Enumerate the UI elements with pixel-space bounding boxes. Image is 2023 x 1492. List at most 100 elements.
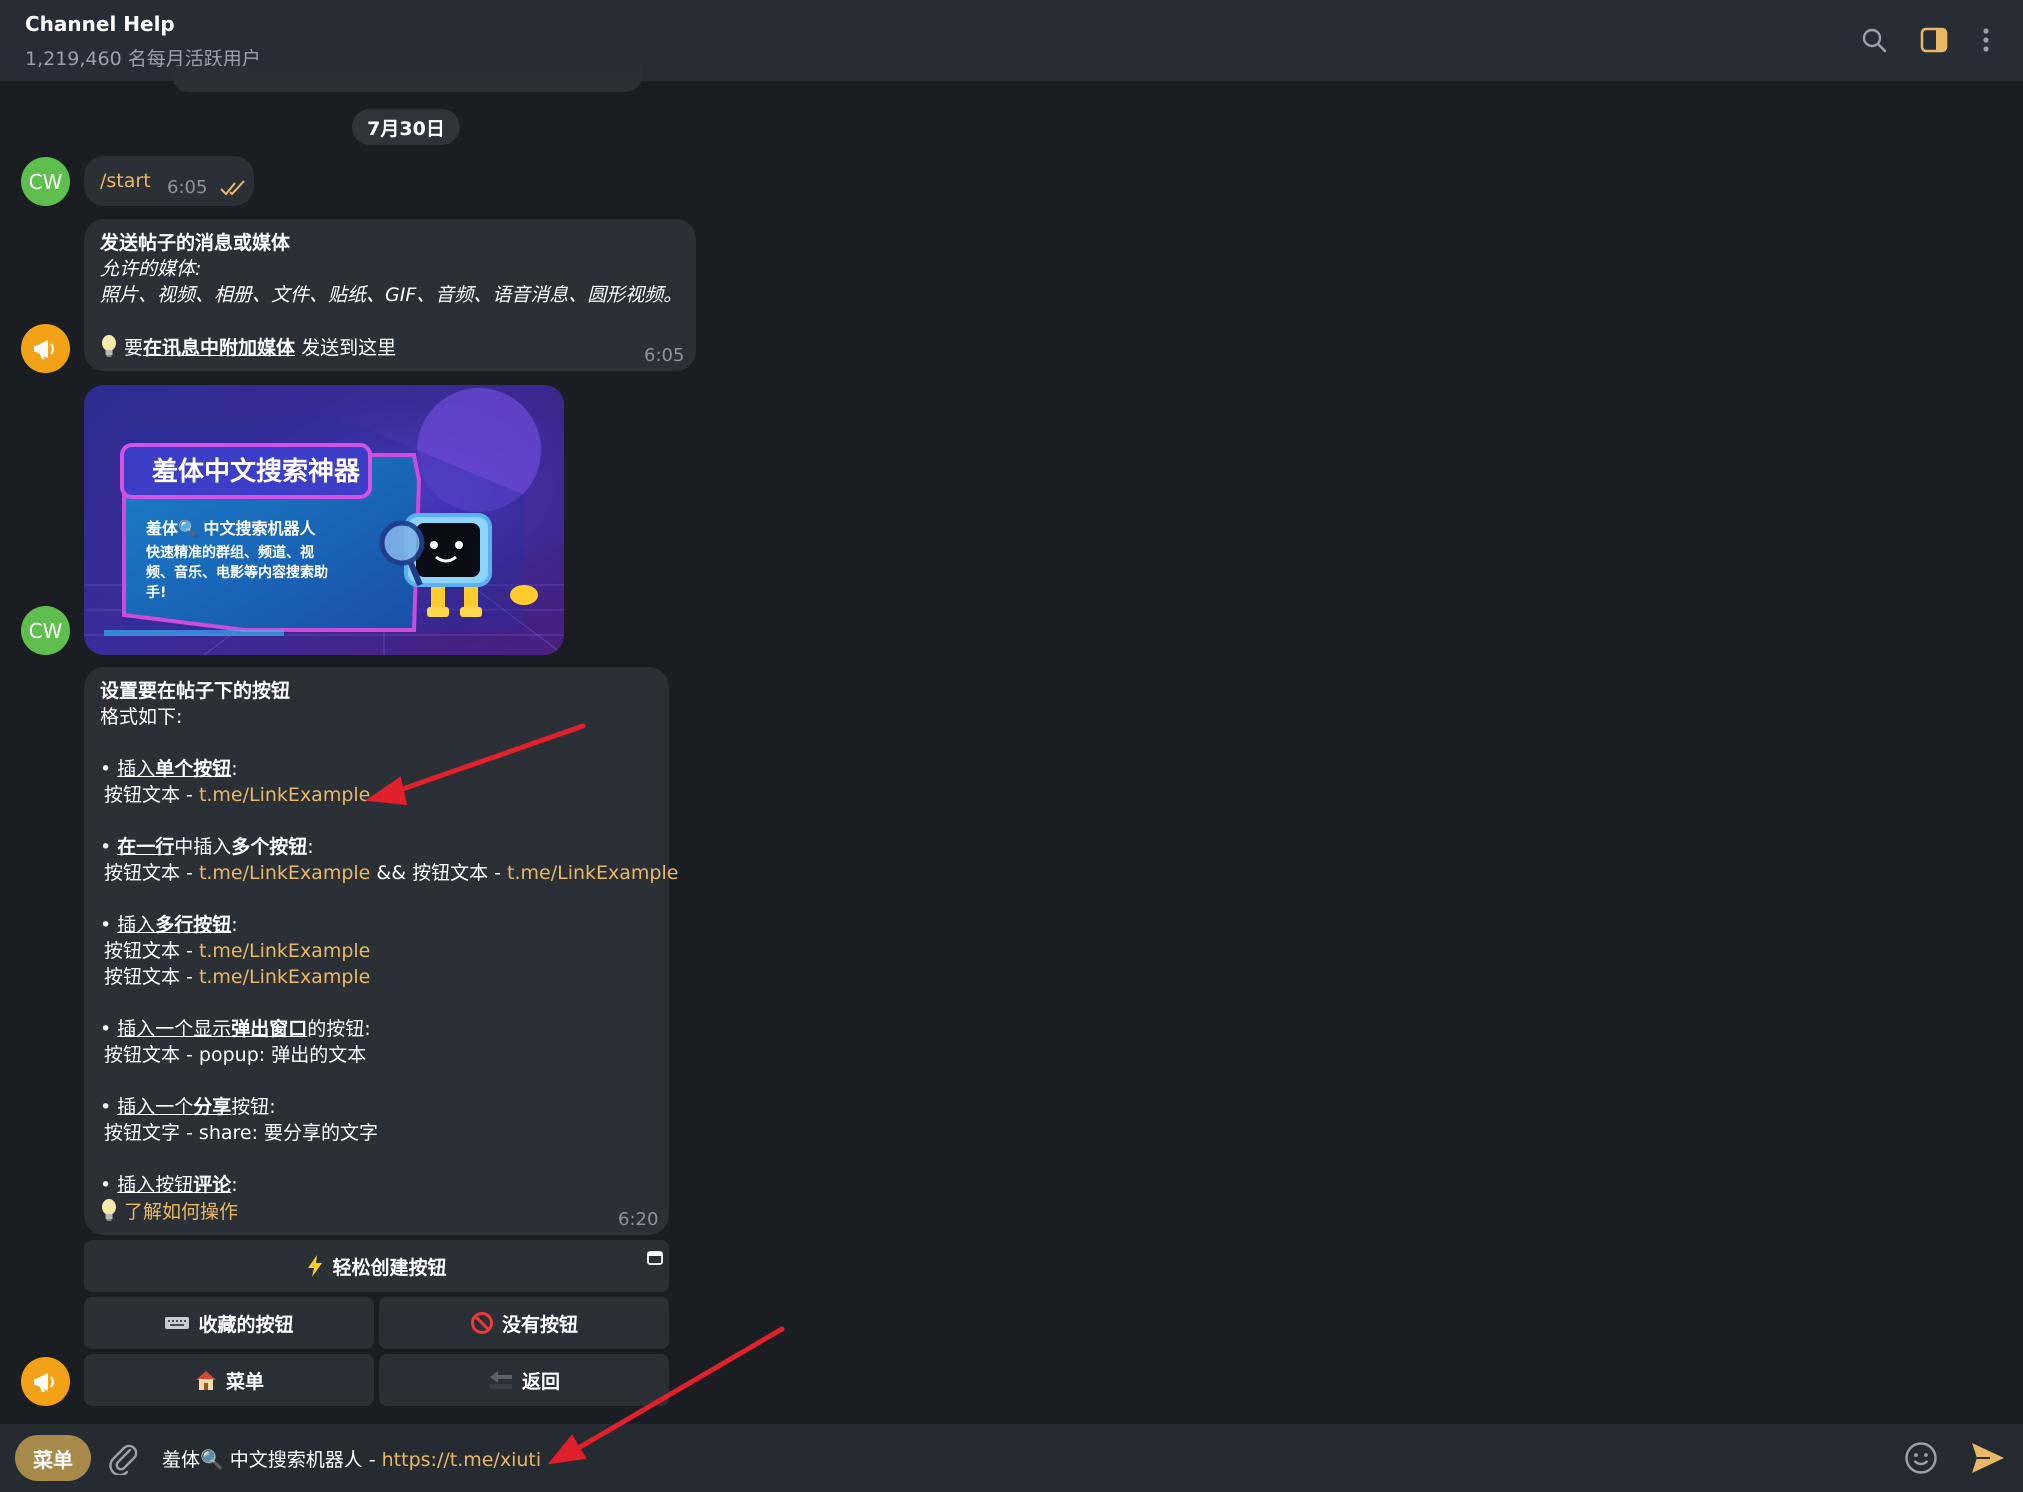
section-colon: : xyxy=(231,758,238,780)
banner-title: 羞体中文搜索神器 xyxy=(152,457,361,487)
section-text: 插入一个显示 xyxy=(117,1018,232,1040)
tip-link[interactable]: 在讯息中附加媒体 xyxy=(143,337,295,359)
bullet: • xyxy=(100,1096,118,1118)
search-icon[interactable] xyxy=(1856,22,1892,58)
bullet: • xyxy=(100,1174,118,1196)
lightbulb-icon xyxy=(100,1198,118,1229)
sidebar-toggle-icon[interactable] xyxy=(1916,22,1952,58)
message-bubble-post-prompt[interactable]: 发送帖子的消息或媒体 允许的媒体: 照片、视频、相册、文件、贴纸、GIF、音频、… xyxy=(84,219,696,371)
message-bubble-buttons-help[interactable]: 设置要在帖子下的按钮 格式如下: • 插入单个按钮: 按钮文本 - t.me/L… xyxy=(84,667,678,1235)
section-keyword: 多个按钮 xyxy=(231,836,308,858)
allowed-media-label: 允许的媒体: xyxy=(100,258,202,280)
bot-command[interactable]: /start xyxy=(100,168,151,194)
avatar-initials: CW xyxy=(28,169,63,194)
lightbulb-icon xyxy=(100,334,118,365)
back-arrow-icon xyxy=(488,1369,514,1391)
photo-message[interactable]: 羞体中文搜索神器 羞体🔍 中文搜索机器人 快速精准的群组、频道、视 频、音乐、电… xyxy=(84,385,564,655)
section-text: 插入 xyxy=(117,758,156,780)
section-keyword: 分享 xyxy=(193,1096,232,1118)
section-text: 插入一个 xyxy=(117,1096,194,1118)
section-text: 的按钮: xyxy=(307,1018,371,1040)
chat-title[interactable]: Channel Help xyxy=(25,12,175,36)
button-label: 收藏的按钮 xyxy=(198,1313,294,1336)
lightning-icon xyxy=(306,1254,324,1278)
example-link[interactable]: t.me/LinkExample xyxy=(507,862,678,884)
example-text: 按钮文本 - xyxy=(104,966,199,988)
webapp-icon xyxy=(647,1248,663,1270)
button-label: 轻松创建按钮 xyxy=(332,1256,447,1279)
tip-line: 要在讯息中附加媒体 发送到这里 xyxy=(100,334,396,365)
section-colon: : xyxy=(307,836,314,858)
example-text: && 按钮文本 - xyxy=(370,862,508,884)
banner-desc-line: 快速精准的群组、频道、视 xyxy=(146,545,314,561)
bot-avatar[interactable] xyxy=(21,1357,70,1406)
example-line: 按钮文字 - share: 要分享的文字 xyxy=(104,1122,379,1144)
bullet: • xyxy=(100,1018,118,1040)
bullet: • xyxy=(100,836,118,858)
no-buttons-button[interactable]: 没有按钮 xyxy=(379,1297,669,1349)
section-text: 按钮: xyxy=(231,1096,276,1118)
message-bubble-start[interactable]: /start 6:05 xyxy=(84,156,254,206)
back-button[interactable]: 返回 xyxy=(379,1354,669,1406)
section-popup-button: • 插入一个显示弹出窗口的按钮: xyxy=(100,1016,371,1042)
previous-message-remnant xyxy=(172,66,642,92)
prohibited-icon xyxy=(470,1311,494,1335)
easy-create-button[interactable]: 轻松创建按钮 xyxy=(84,1240,669,1292)
section-single-button: • 插入单个按钮: xyxy=(100,756,238,782)
example-link[interactable]: t.me/LinkExample xyxy=(199,940,370,962)
section-text: 插入按钮 xyxy=(117,1174,194,1196)
message-title: 发送帖子的消息或媒体 xyxy=(100,232,291,254)
example-text: 按钮文本 - xyxy=(104,940,199,962)
message-title: 设置要在帖子下的按钮 xyxy=(100,680,291,702)
bullet: • xyxy=(100,758,118,780)
date-separator: 7月30日 xyxy=(352,109,460,145)
bot-menu-button[interactable]: 菜单 xyxy=(15,1435,91,1481)
bot-avatar[interactable] xyxy=(21,324,70,373)
section-text: 中插入 xyxy=(174,836,232,858)
example-line: 按钮文本 - t.me/LinkExample xyxy=(104,782,370,808)
tip-prefix: 要 xyxy=(124,337,144,359)
megaphone-icon xyxy=(33,1372,54,1392)
message-composer: 菜单 羞体🔍 中文搜索机器人 - https://t.me/xiuti xyxy=(0,1424,2023,1492)
example-line: 按钮文本 - popup: 弹出的文本 xyxy=(104,1044,367,1066)
emoji-icon[interactable] xyxy=(1904,1441,1938,1479)
message-time: 6:05 xyxy=(167,177,208,198)
megaphone-icon xyxy=(33,339,54,359)
section-colon: : xyxy=(231,1174,238,1196)
keyboard-icon xyxy=(164,1315,190,1331)
learn-how-link[interactable]: 了解如何操作 xyxy=(124,1201,238,1223)
message-input[interactable]: 羞体🔍 中文搜索机器人 - https://t.me/xiuti xyxy=(162,1445,541,1472)
format-label: 格式如下: xyxy=(100,706,183,728)
banner-desc-line: 手! xyxy=(146,585,167,601)
example-text: 按钮文本 - xyxy=(104,784,199,806)
banner-subtitle: 羞体🔍 中文搜索机器人 xyxy=(146,519,316,538)
section-colon: : xyxy=(231,914,238,936)
avatar[interactable]: CW xyxy=(21,606,70,655)
send-icon[interactable] xyxy=(1970,1441,2006,1479)
button-label: 菜单 xyxy=(225,1370,264,1393)
tip-suffix: 发送到这里 xyxy=(295,337,397,359)
saved-buttons-button[interactable]: 收藏的按钮 xyxy=(84,1297,374,1349)
section-keyword: 弹出窗口 xyxy=(231,1018,308,1040)
section-keyword: 多行按钮 xyxy=(155,914,232,936)
input-link: https://t.me/xiuti xyxy=(381,1449,542,1471)
section-share-button: • 插入一个分享按钮: xyxy=(100,1094,276,1120)
example-link[interactable]: t.me/LinkExample xyxy=(199,784,370,806)
button-label: 没有按钮 xyxy=(501,1313,578,1336)
attach-icon[interactable] xyxy=(108,1441,138,1479)
section-multirow-buttons: • 插入多行按钮: xyxy=(100,912,238,938)
button-label: 返回 xyxy=(521,1370,560,1393)
example-link[interactable]: t.me/LinkExample xyxy=(199,862,370,884)
learn-line: 了解如何操作 xyxy=(100,1198,238,1229)
example-text: 按钮文本 - xyxy=(104,862,199,884)
example-line: 按钮文本 - t.me/LinkExample xyxy=(104,938,370,964)
message-time: 6:20 xyxy=(618,1209,659,1230)
allowed-media-list: 照片、视频、相册、文件、贴纸、GIF、音频、语音消息、圆形视频。 xyxy=(100,284,683,306)
menu-keyboard-button[interactable]: 菜单 xyxy=(84,1354,374,1406)
more-options-icon[interactable] xyxy=(1968,22,2004,58)
avatar[interactable]: CW xyxy=(21,157,70,206)
example-link[interactable]: t.me/LinkExample xyxy=(199,966,370,988)
example-line: 按钮文本 - t.me/LinkExample && 按钮文本 - t.me/L… xyxy=(104,860,678,886)
banner-description: 快速精准的群组、频道、视 频、音乐、电影等内容搜索助 手! xyxy=(146,543,328,603)
section-keyword: 在一行 xyxy=(117,836,175,858)
